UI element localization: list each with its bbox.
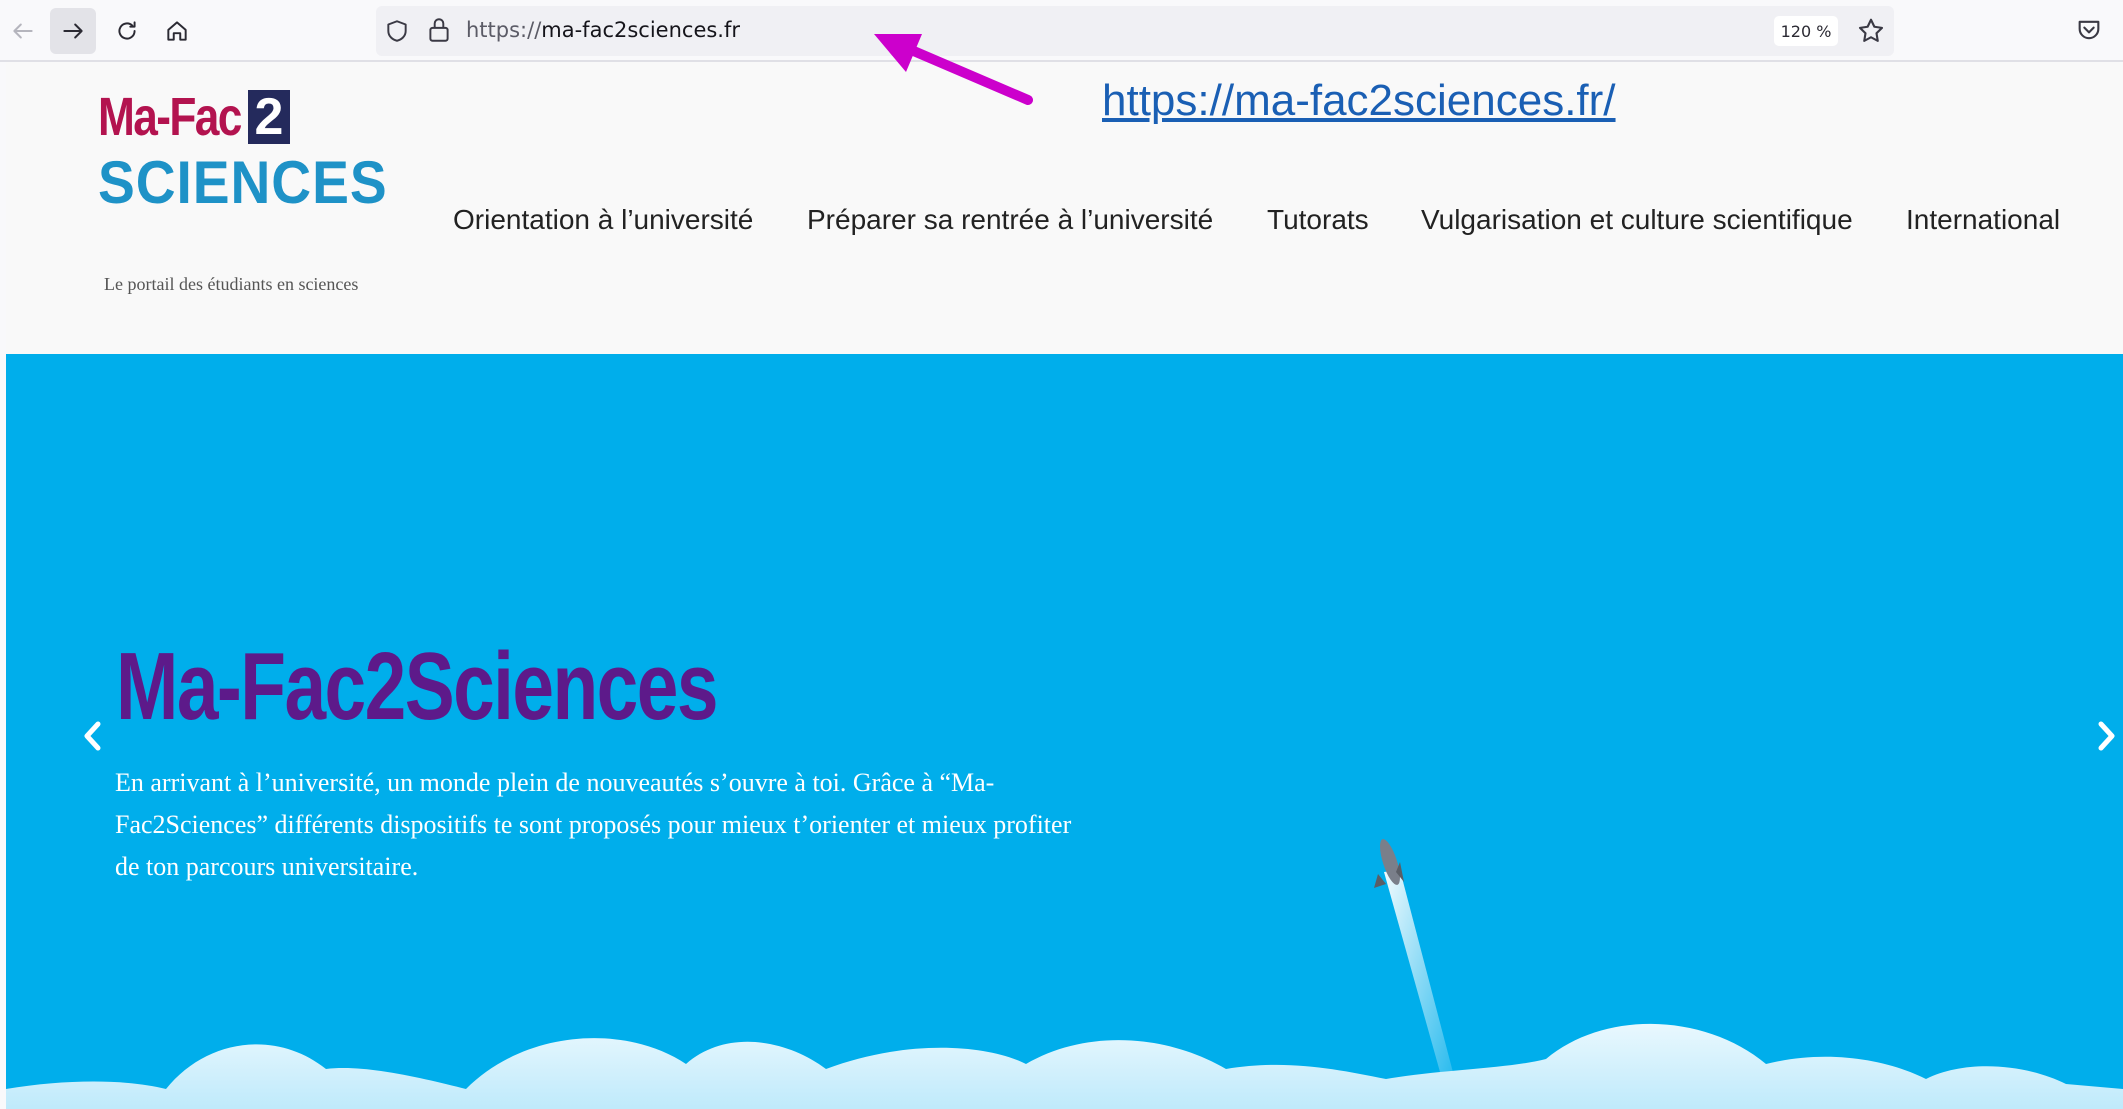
hero-text: En arrivant à l’université, un monde ple… [115, 768, 1072, 881]
reload-icon [118, 21, 136, 40]
home-icon [167, 21, 187, 41]
logo-badge: 2 [248, 90, 290, 144]
address-bar[interactable]: https://ma-fac2sciences.fr 120 % [376, 6, 1894, 56]
star-icon[interactable] [1856, 16, 1886, 46]
arrow-right-icon [63, 23, 83, 39]
home-button[interactable] [154, 8, 200, 54]
annotation-arrow [874, 34, 1033, 105]
hero-title: Ma-Fac2Sciences [116, 633, 719, 740]
zoom-level-button[interactable]: 120 % [1774, 16, 1838, 46]
nav-item-international[interactable]: International [1906, 204, 2060, 236]
pocket-icon[interactable] [2075, 16, 2103, 44]
nav-item-orientation[interactable]: Orientation à l’université [453, 204, 753, 236]
site-logo[interactable]: Ma-Fac 2 SCIENCES Le portail des étudian… [98, 86, 388, 296]
logo-tagline: Le portail des étudiants en sciences [104, 274, 359, 294]
chevron-right-icon[interactable] [2091, 716, 2121, 756]
url-text[interactable]: https://ma-fac2sciences.fr [466, 18, 740, 42]
logo-line1: Ma-Fac [98, 87, 242, 147]
clouds-illustration [6, 1023, 2123, 1109]
hero-slider: Ma-Fac2Sciences En arrivant à l’universi… [6, 354, 2123, 1109]
nav-item-vulgarisation[interactable]: Vulgarisation et culture scientifique [1421, 204, 1853, 236]
nav-item-tutorats[interactable]: Tutorats [1267, 204, 1369, 236]
shield-icon[interactable] [384, 18, 410, 44]
url-scheme: https:// [466, 18, 542, 42]
annotation-url-link[interactable]: https://ma-fac2sciences.fr/ [1102, 76, 1616, 126]
reload-button[interactable] [104, 8, 150, 54]
arrow-left-icon [13, 23, 33, 39]
nav-item-rentree[interactable]: Préparer sa rentrée à l’université [807, 204, 1213, 236]
back-button[interactable] [0, 8, 46, 54]
url-host: ma-fac2sciences.fr [541, 18, 741, 42]
logo-line2: SCIENCES [98, 149, 388, 216]
lock-icon[interactable] [426, 16, 452, 44]
browser-toolbar: https://ma-fac2sciences.fr 120 % [0, 0, 2123, 62]
forward-button[interactable] [50, 8, 96, 54]
chevron-left-icon[interactable] [78, 716, 108, 756]
